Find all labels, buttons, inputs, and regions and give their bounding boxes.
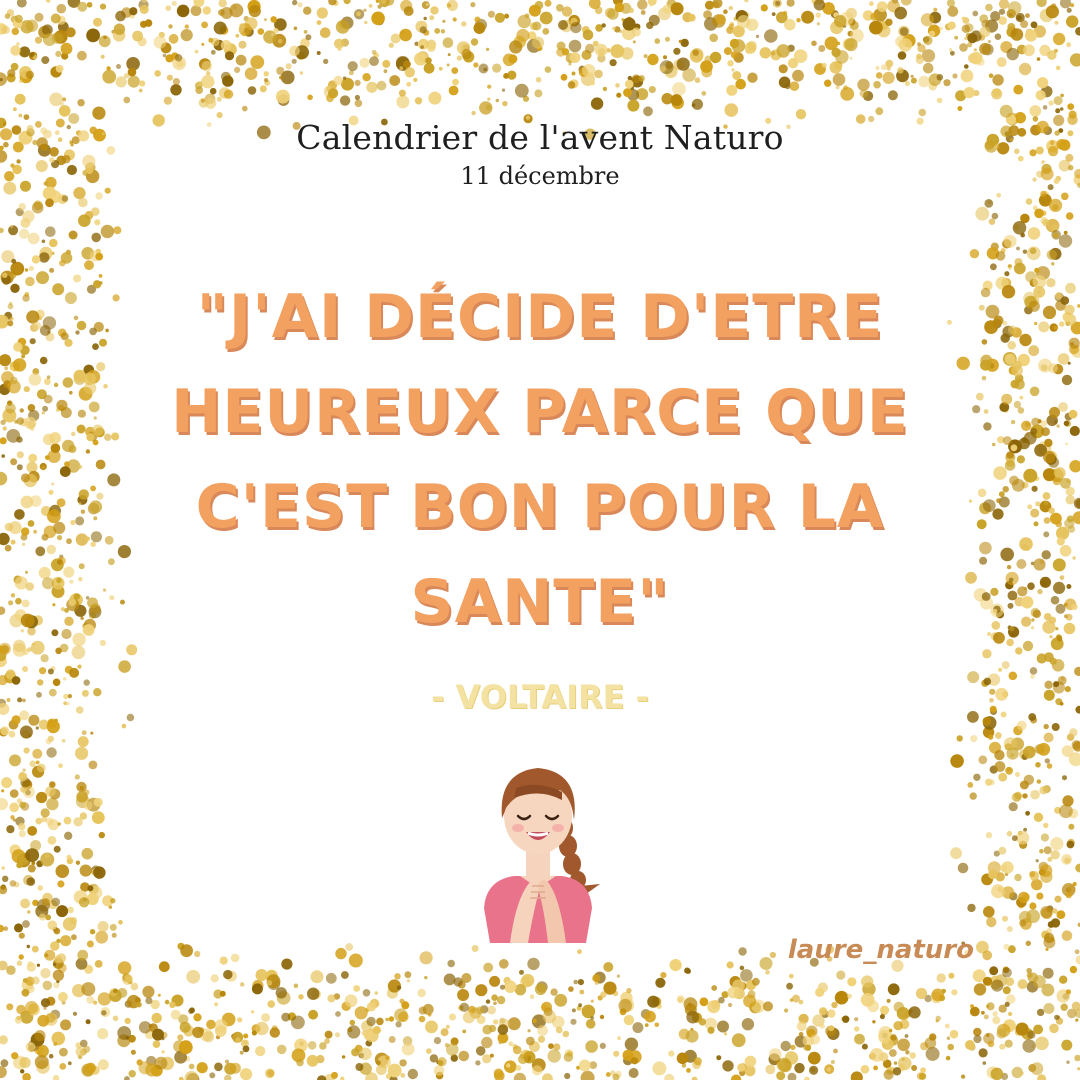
quote-line: HEUREUX PARCE QUE: [171, 377, 909, 447]
card-date: 11 décembre: [460, 162, 620, 190]
quote-line: C'EST BON POUR LA: [195, 472, 885, 542]
quote-author: - VOLTAIRE -: [431, 678, 649, 716]
quote-text: "J'AI DÉCIDE D'ETRE HEUREUX PARCE QUE C'…: [140, 270, 940, 650]
quote-line: "J'AI DÉCIDE D'ETRE: [196, 282, 884, 352]
advent-card: Calendrier de l'avent Naturo 11 décembre…: [0, 0, 1080, 1080]
smiling-woman-illustration: [484, 768, 600, 943]
card-title: Calendrier de l'avent Naturo: [296, 118, 784, 157]
author-handle: laure_naturo: [787, 935, 974, 965]
quote-line: SANTE": [410, 567, 670, 637]
